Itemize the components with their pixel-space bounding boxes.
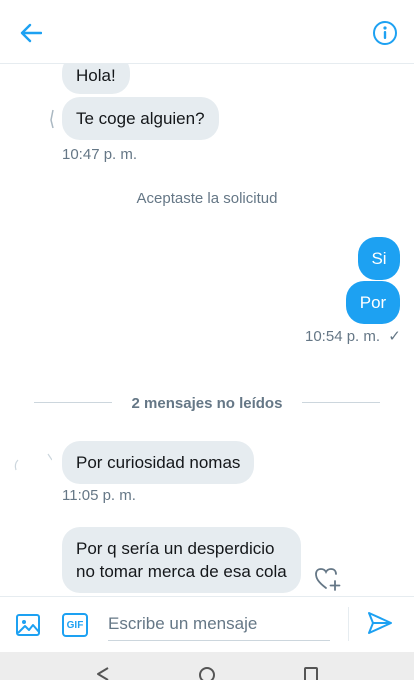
message-text: Hola! [76,66,116,85]
message-text: Por curiosidad nomas [76,453,241,472]
incoming-message[interactable]: Por curiosidad nomas [62,441,255,484]
conversation-header [0,0,414,64]
nav-recents-icon[interactable] [302,666,320,680]
nav-home-icon[interactable] [198,666,216,680]
message-list[interactable]: Hola! Te coge alguien? 10:47 p. m. Acept… [0,64,414,596]
info-button[interactable] [370,18,400,48]
incoming-message[interactable]: Hola! [62,64,130,94]
title-redaction [96,0,246,16]
nav-back-icon[interactable] [94,666,112,680]
message-text: Te coge alguien? [76,109,205,128]
timestamp-text: 10:54 p. m. [305,328,381,345]
message-text-line: no tomar merca de esa cola [76,562,287,581]
avatar[interactable] [44,108,62,132]
system-navigation-bar [0,652,414,680]
like-button[interactable] [314,566,342,592]
incoming-message[interactable]: Te coge alguien? [62,97,219,140]
system-message: Aceptaste la solicitud [136,190,278,207]
message-timestamp: 11:05 p. m. [62,487,136,504]
message-text: Si [371,249,387,268]
sent-check-icon: ✓ [388,328,401,345]
message-timestamp: 10:54 p. m. ✓ [305,327,401,345]
incoming-message[interactable]: Por q sería un desperdicio no tomar merc… [62,527,301,593]
send-icon [368,612,392,634]
unread-divider-right [302,402,380,403]
message-timestamp: 10:47 p. m. [62,146,138,163]
gif-button[interactable]: GIF [62,613,88,637]
send-button[interactable] [366,609,396,639]
message-composer: GIF [0,596,414,652]
message-text-line: Por q sería un desperdicio [76,539,275,558]
add-photo-button[interactable] [14,611,42,639]
message-input[interactable] [108,607,330,641]
message-text: Por [359,293,387,312]
arrow-left-icon [20,23,42,43]
gif-label: GIF [66,619,84,631]
back-button[interactable] [16,18,46,48]
image-icon [16,614,40,636]
info-icon [373,21,397,45]
avatar[interactable] [12,448,53,472]
unread-count-label: 2 mensajes no leídos [131,395,283,412]
outgoing-message[interactable]: Si [358,237,400,280]
composer-separator [348,607,349,641]
heart-plus-icon [315,568,341,591]
outgoing-message[interactable]: Por [346,281,400,324]
